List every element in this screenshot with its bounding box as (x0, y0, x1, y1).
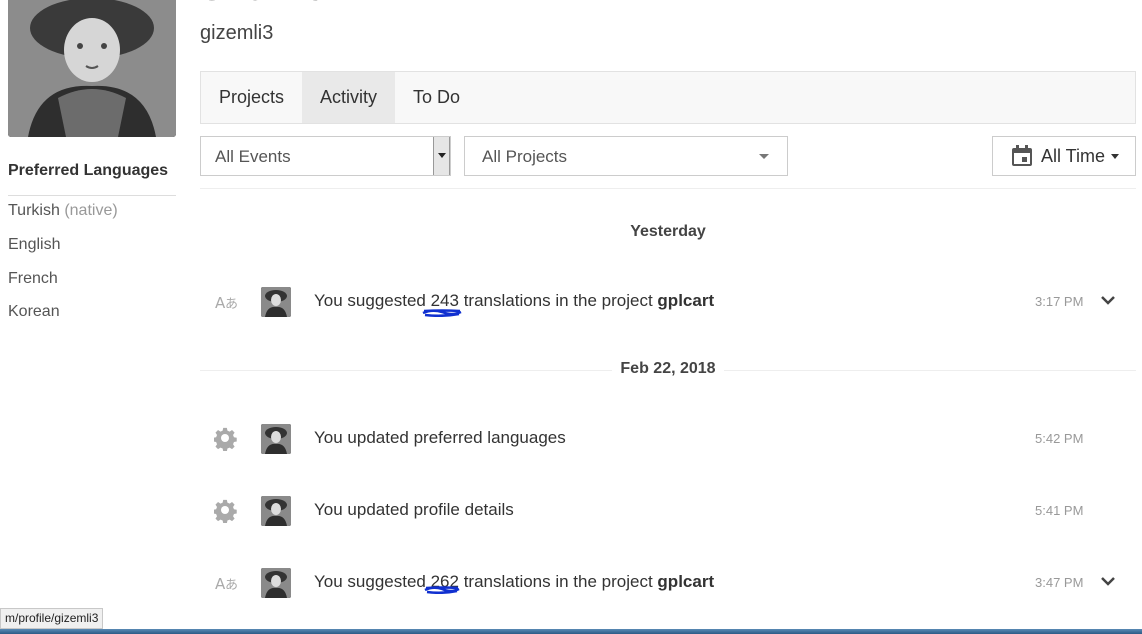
activity-item: A あ You suggested 262 translations in th… (200, 566, 1136, 598)
chevron-down-icon (759, 154, 769, 159)
expand-chevron-icon[interactable] (1101, 574, 1115, 588)
language-item: English (8, 236, 61, 253)
language-item: French (8, 270, 58, 287)
calendar-icon (1012, 145, 1032, 166)
language-item: Korean (8, 303, 60, 320)
profile-tabs: Projects Activity To Do (200, 71, 1136, 124)
svg-text:あ: あ (225, 578, 238, 593)
events-filter-value: All Events (215, 147, 291, 166)
gear-icon (214, 499, 237, 523)
expand-chevron-icon[interactable] (1101, 293, 1115, 307)
divider (8, 195, 176, 196)
activity-time: 5:42 PM (1035, 431, 1084, 446)
gear-icon (214, 427, 237, 451)
user-avatar (261, 568, 291, 598)
caret-down-icon (1111, 153, 1120, 159)
events-filter-select[interactable]: All Events (200, 136, 451, 176)
annotation-scribble (422, 309, 462, 317)
projects-filter-select[interactable]: All Projects (464, 136, 788, 176)
tab-activity[interactable]: Activity (302, 72, 396, 123)
tab-projects[interactable]: Projects (201, 72, 302, 123)
select-arrow-icon[interactable] (433, 137, 450, 175)
activity-time: 3:17 PM (1035, 294, 1084, 309)
activity-message: You suggested 262 translations in the pr… (314, 572, 715, 591)
activity-message: You updated profile details (314, 500, 514, 519)
profile-username: gizemli3 (200, 22, 274, 44)
translate-icon: A あ (215, 294, 238, 312)
activity-item: A あ You suggested 243 translations in th… (200, 285, 1136, 317)
user-avatar (261, 287, 291, 317)
svg-text:あ: あ (225, 297, 238, 312)
project-link[interactable]: gplcart (657, 572, 714, 591)
translate-icon: A あ (215, 575, 238, 593)
activity-item: You updated profile details 5:41 PM (200, 494, 1136, 526)
language-item: Turkish (native) (8, 202, 118, 219)
date-header: Feb 22, 2018 (200, 360, 1136, 378)
activity-time: 5:41 PM (1035, 503, 1084, 518)
taskbar (0, 629, 1142, 634)
date-header: Yesterday (200, 223, 1136, 241)
annotation-scribble (424, 586, 460, 594)
preferred-languages-title: Preferred Languages (8, 162, 169, 179)
activity-item: You updated preferred languages 5:42 PM (200, 422, 1136, 454)
user-avatar (261, 424, 291, 454)
profile-avatar (8, 0, 176, 137)
activity-message: You updated preferred languages (314, 428, 566, 447)
time-filter-button[interactable]: All Time (992, 136, 1136, 176)
projects-filter-value: All Projects (482, 147, 568, 166)
divider (200, 188, 1136, 189)
activity-message: You suggested 243 translations in the pr… (314, 291, 715, 310)
status-bar-url: m/profile/gizemli3 (0, 608, 104, 629)
user-avatar (261, 496, 291, 526)
time-filter-label: All Time (1041, 145, 1106, 166)
activity-time: 3:47 PM (1035, 575, 1084, 590)
translation-count: 243 (430, 291, 459, 310)
project-link[interactable]: gplcart (657, 291, 714, 310)
tab-todo[interactable]: To Do (395, 72, 478, 123)
profile-name: Gizemli3 (200, 0, 323, 8)
